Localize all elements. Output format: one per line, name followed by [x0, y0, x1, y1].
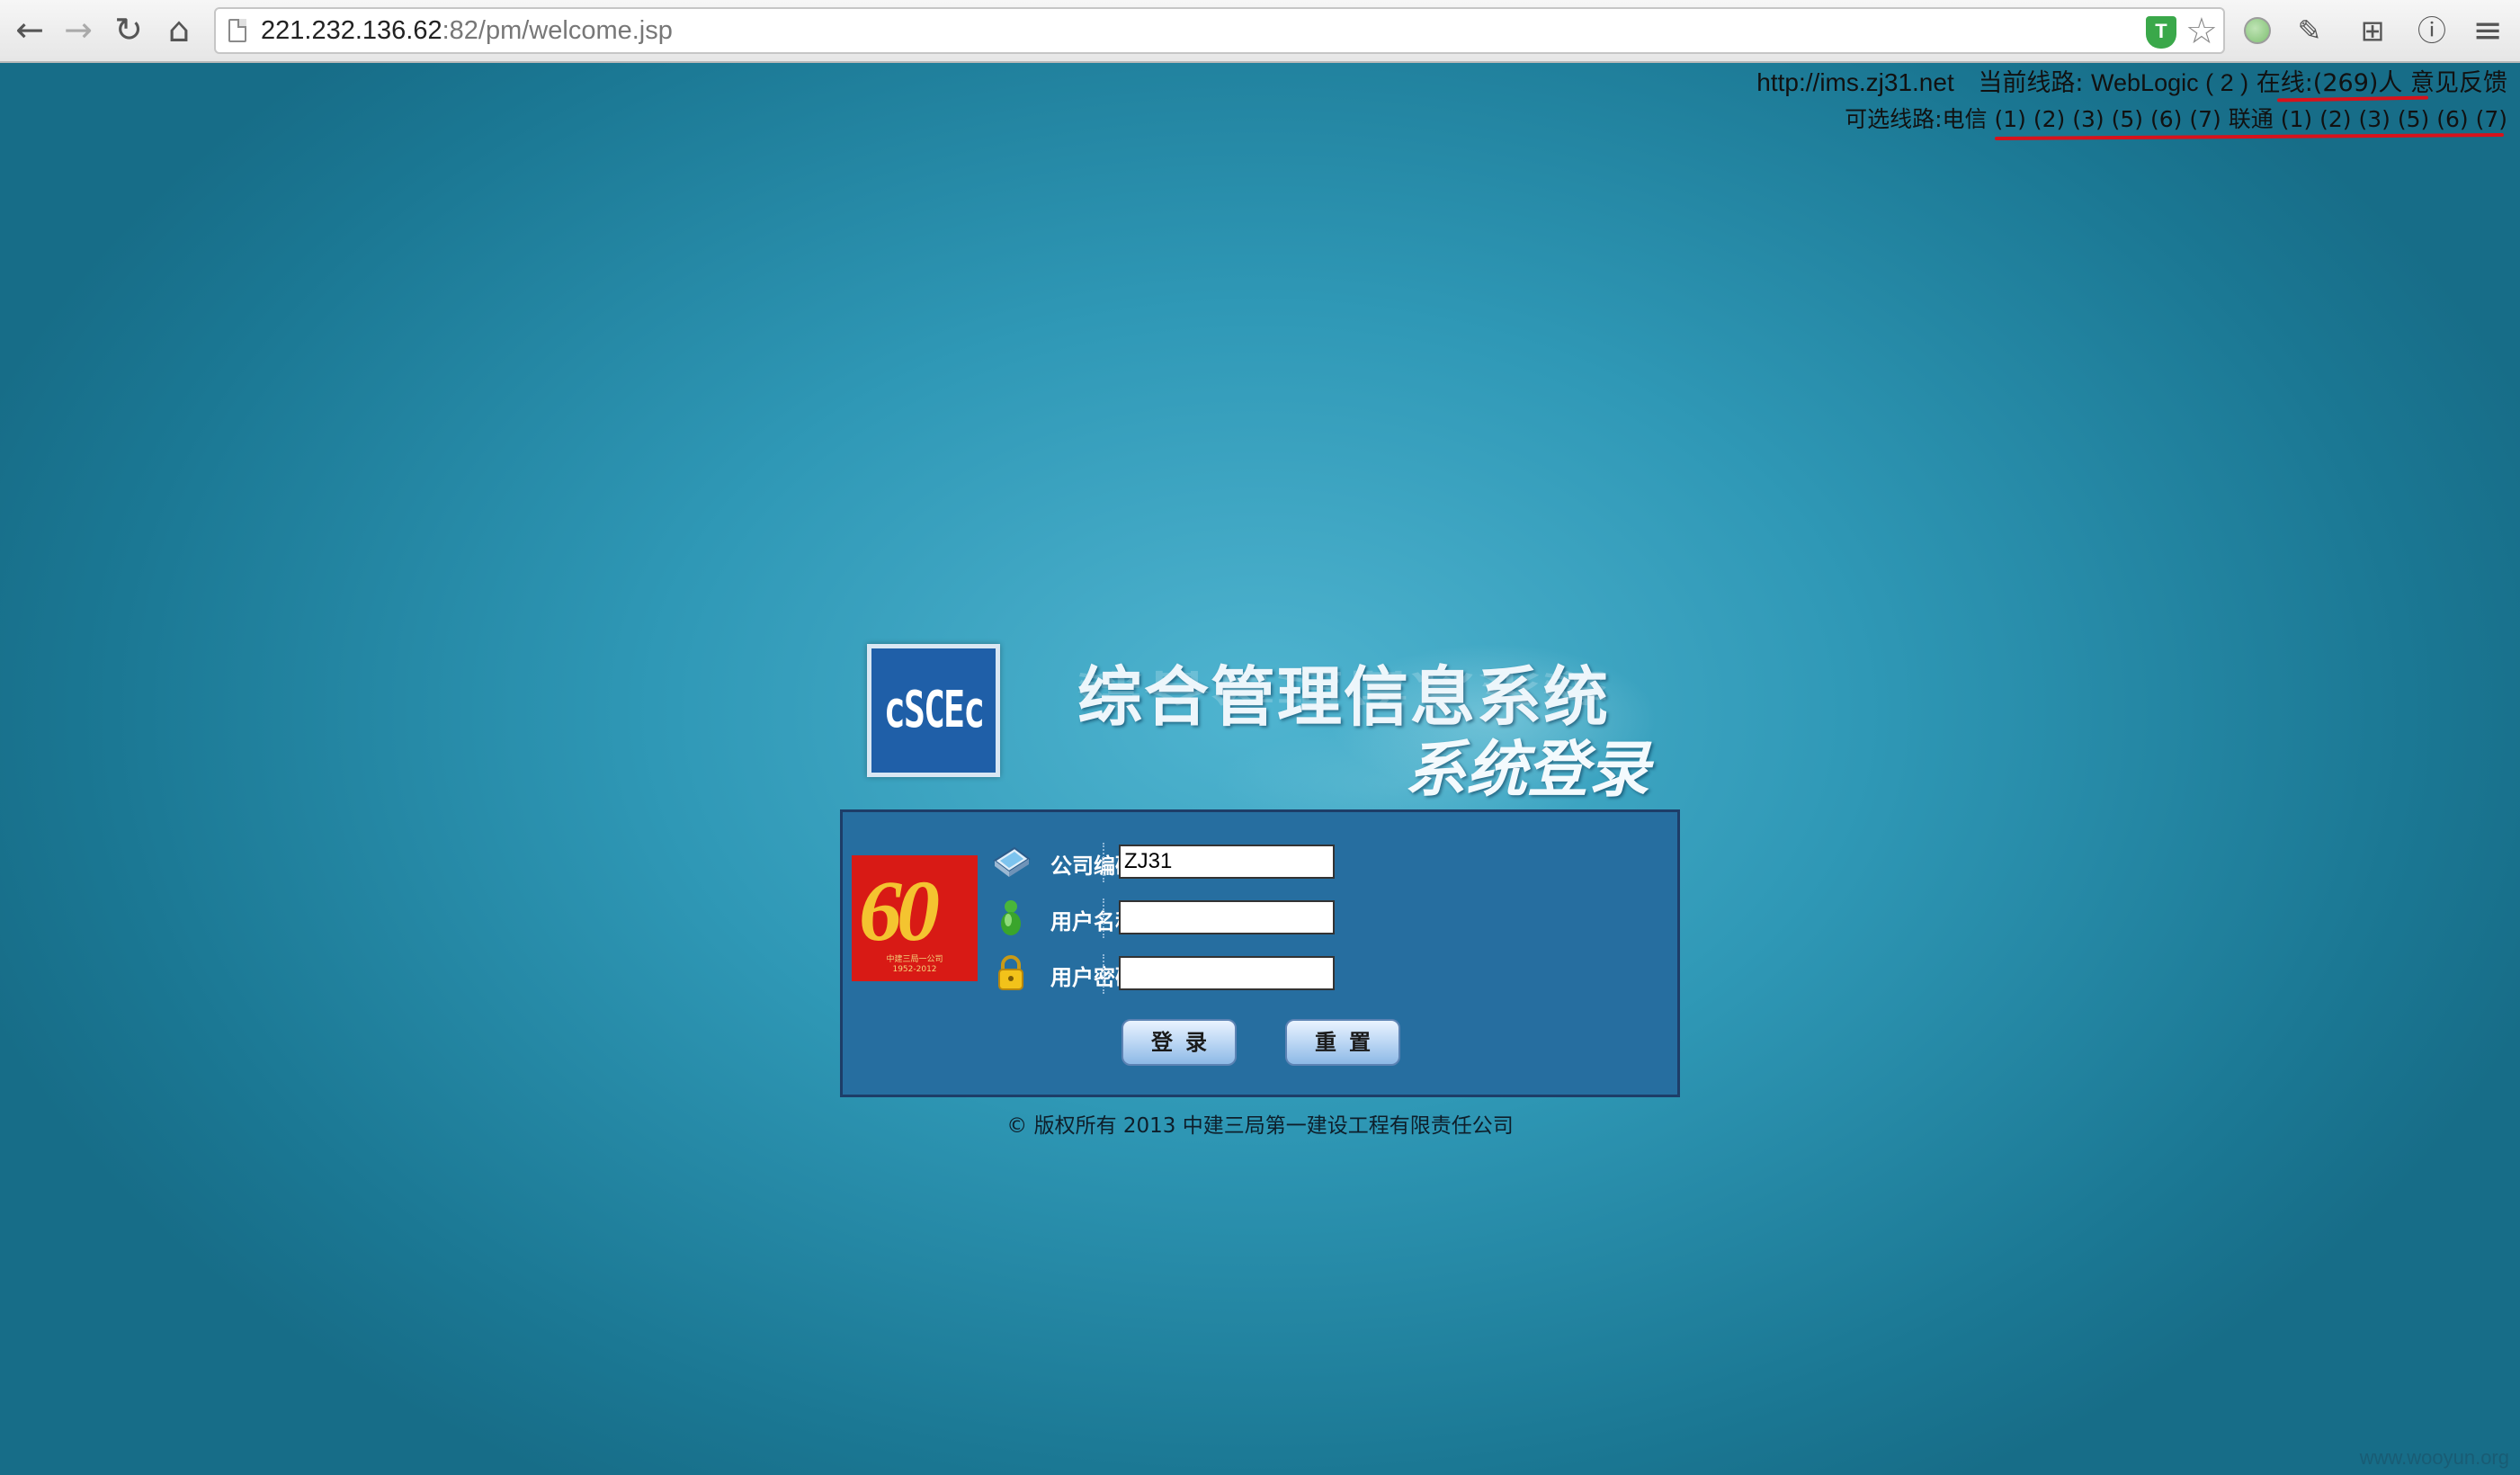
login-form: 60 中建三局一公司 1952-2012 公司编码: 用户名称:	[840, 809, 1680, 1097]
shield-extension-icon[interactable]: T	[2146, 16, 2176, 49]
anniversary-emblem: 60 中建三局一公司 1952-2012	[852, 855, 978, 981]
field-divider	[1103, 843, 1104, 882]
unicom-line-7[interactable]: (7)	[2476, 106, 2507, 132]
online-count[interactable]: 在线:(269)人	[2256, 69, 2403, 97]
current-line-value: WebLogic ( 2 )	[2091, 69, 2249, 96]
home-icon[interactable]: ⌂	[158, 9, 200, 50]
address-bar[interactable]: 221.232.136.62:82/pm/welcome.jsp T ☆	[214, 7, 2225, 54]
header-banner: cSCEc 综合管理信息系统 综合管理信息系统 系统登录	[845, 576, 1682, 809]
password-row: 用户密码:	[991, 949, 1531, 997]
emblem-caption: 中建三局一公司	[886, 955, 943, 964]
user-icon	[1001, 900, 1021, 935]
unicom-line-3[interactable]: (3)	[2358, 106, 2390, 132]
password-input[interactable]	[1119, 956, 1335, 990]
url-path: :82/pm/welcome.jsp	[442, 16, 673, 45]
emblem-number: 60	[859, 863, 940, 959]
page-icon	[228, 19, 246, 42]
telecom-line-5[interactable]: (5)	[2112, 106, 2143, 132]
telecom-line-1[interactable]: (1)	[1994, 106, 2025, 132]
page-body: http://ims.zj31.net 当前线路: WebLogic ( 2 )…	[0, 63, 2520, 1475]
field-divider	[1103, 898, 1104, 938]
unicom-label[interactable]: 联通	[2229, 106, 2274, 132]
current-line-label: 当前线路:	[1978, 69, 2084, 97]
cscec-logo: cSCEc	[867, 644, 1000, 777]
field-divider	[1103, 954, 1104, 994]
company-code-row: 公司编码:	[991, 837, 1531, 886]
pen-extension-icon[interactable]: ✎	[2292, 13, 2328, 49]
telecom-line-3[interactable]: (3)	[2072, 106, 2104, 132]
line-info-row2: 可选线路:电信 (1) (2) (3) (5) (6) (7) 联通 (1) (…	[1756, 102, 2507, 138]
telecom-label[interactable]: 电信	[1943, 106, 1988, 132]
copyright-notice: © 版权所有 2013 中建三局第一建设工程有限责任公司	[1006, 1114, 1514, 1138]
unicom-line-2[interactable]: (2)	[2319, 106, 2351, 132]
login-subtitle: 系统登录	[1405, 735, 1650, 806]
logo-text: cSCEc	[883, 681, 985, 740]
lock-icon	[998, 955, 1023, 990]
green-circle-extension-icon[interactable]	[2239, 13, 2275, 49]
system-title-reflection: 综合管理信息系统	[1077, 666, 1611, 708]
unicom-line-6[interactable]: (6)	[2436, 106, 2468, 132]
bookmark-star-icon[interactable]: ☆	[2185, 11, 2218, 52]
unicom-line-1[interactable]: (1)	[2281, 106, 2312, 132]
optional-lines-label: 可选线路:	[1845, 106, 1943, 132]
back-icon[interactable]: ←	[9, 9, 50, 50]
username-row: 用户名称:	[991, 893, 1531, 942]
emblem-years: 1952-2012	[892, 965, 937, 974]
url-text[interactable]: 221.232.136.62:82/pm/welcome.jsp	[261, 16, 673, 46]
browser-toolbar: ← → ↻ ⌂ 221.232.136.62:82/pm/welcome.jsp…	[0, 0, 2520, 63]
reset-button[interactable]: 重置	[1285, 1019, 1400, 1066]
reload-icon[interactable]: ↻	[108, 9, 149, 50]
url-host: 221.232.136.62	[261, 16, 442, 45]
forward-icon[interactable]: →	[58, 9, 99, 50]
unicom-line-5[interactable]: (5)	[2398, 106, 2429, 132]
line-info-panel: http://ims.zj31.net 当前线路: WebLogic ( 2 )…	[1756, 65, 2507, 138]
telecom-line-2[interactable]: (2)	[2033, 106, 2065, 132]
info-extension-icon[interactable]: ⓘ	[2414, 13, 2450, 49]
telecom-line-7[interactable]: (7)	[2189, 106, 2221, 132]
username-input[interactable]	[1119, 900, 1335, 934]
login-button[interactable]: 登录	[1121, 1019, 1237, 1066]
site-link[interactable]: http://ims.zj31.net	[1756, 68, 1953, 96]
company-code-input[interactable]	[1119, 845, 1335, 879]
menu-icon[interactable]: ≡	[2470, 13, 2506, 49]
computer-icon	[993, 846, 1031, 877]
watermark: www.wooyun.org	[2359, 1446, 2509, 1469]
telecom-line-6[interactable]: (6)	[2150, 106, 2182, 132]
feedback-link[interactable]: 意见反馈	[2410, 69, 2507, 97]
evernote-extension-icon[interactable]: ⊞	[2355, 13, 2390, 49]
